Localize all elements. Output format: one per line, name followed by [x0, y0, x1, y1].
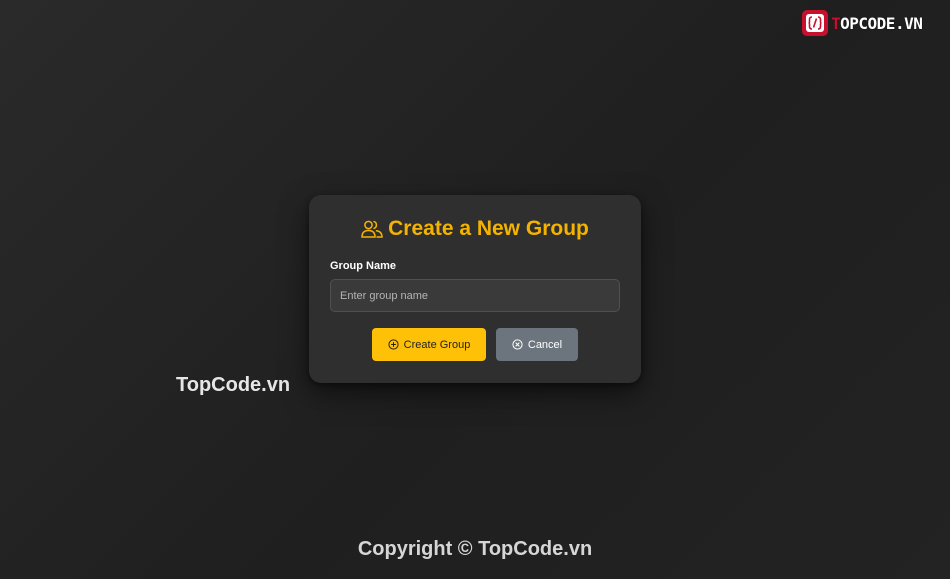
- group-name-label: Group Name: [330, 260, 397, 272]
- cancel-label: Cancel: [527, 338, 563, 351]
- plus-circle-icon: [388, 339, 399, 350]
- x-circle-icon: [512, 339, 523, 350]
- create-group-label: Create Group: [403, 338, 471, 351]
- create-group-button[interactable]: Create Group: [372, 328, 486, 361]
- footer-copyright: Copyright © TopCode.vn: [357, 538, 593, 560]
- dialog-actions: Create Group Cancel: [330, 328, 620, 361]
- cancel-button[interactable]: Cancel: [496, 328, 578, 361]
- brand-logo: TOPCODE.VN: [802, 10, 923, 36]
- dialog-title: Create a New Group: [330, 215, 620, 243]
- users-icon: [361, 219, 383, 239]
- dialog-title-text: Create a New Group: [388, 217, 589, 240]
- topcode-logo-icon: [802, 10, 828, 36]
- create-group-dialog: Create a New Group Group Name Create Gro…: [309, 195, 641, 383]
- watermark-text: TopCode.vn: [176, 374, 291, 396]
- group-name-input[interactable]: [330, 279, 620, 312]
- brand-name: TOPCODE.VN: [831, 13, 923, 33]
